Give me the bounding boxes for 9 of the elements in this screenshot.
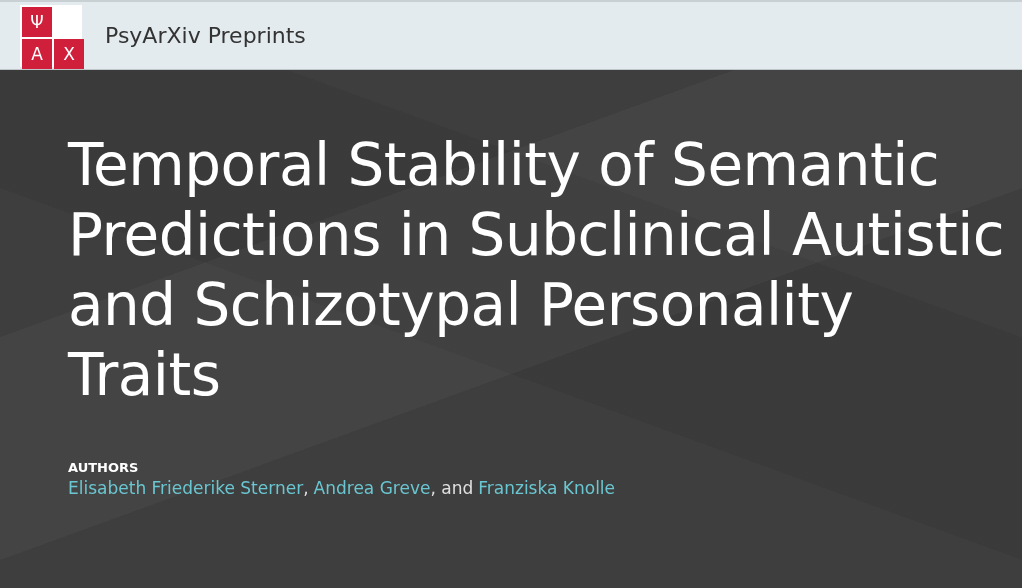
site-title: PsyArXiv Preprints — [105, 23, 306, 48]
author-separator: , — [303, 478, 309, 498]
logo-icon: Ψ A X — [20, 4, 82, 67]
preprint-title: Temporal Stability of Semantic Predictions in Subclinical Autistic and Schizotypal Personality Traits — [68, 130, 1006, 410]
author-link[interactable]: Elisabeth Friederike Sterner — [68, 478, 304, 498]
author-separator: , and — [430, 478, 474, 498]
authors-label: AUTHORS — [68, 460, 140, 475]
author-link[interactable]: Andrea Greve — [313, 478, 431, 498]
author-link[interactable]: Franziska Knolle — [478, 478, 616, 498]
